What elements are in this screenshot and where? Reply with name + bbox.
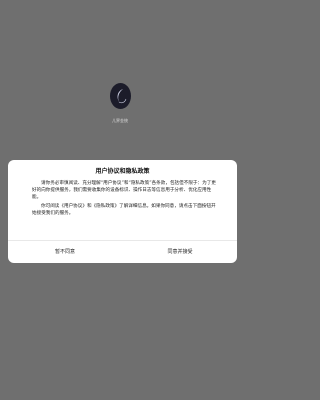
dialog-paragraph-1: 请你务必审慎阅读、充分理解“用户协议”和“隐私政策”各条款，包括但不限于：为了更…: [32, 181, 216, 200]
app-logo-icon: [110, 83, 131, 109]
dialog-title: 用户协议和隐私政策: [95, 168, 150, 175]
agree-button[interactable]: 同意并接受: [123, 241, 237, 263]
dialog-body: 请你务必审慎阅读、充分理解“用户协议”和“隐私政策”各条款，包括但不限于：为了更…: [32, 181, 218, 221]
privacy-dialog: 用户协议和隐私政策 请你务必审慎阅读、充分理解“用户协议”和“隐私政策”各条款，…: [8, 160, 237, 263]
disagree-button[interactable]: 暂不同意: [8, 241, 122, 263]
dialog-footer: 暂不同意 同意并接受: [8, 240, 237, 263]
dialog-paragraph-2: 你可阅读《用户协议》和《隐私政策》了解详细信息。如果你同意，请点击下面按钮开始接…: [32, 204, 216, 217]
app-name: 儿界金统: [112, 118, 128, 123]
